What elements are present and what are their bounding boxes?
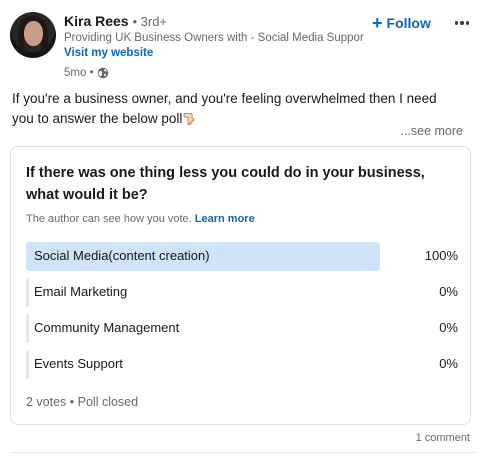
avatar[interactable]: [10, 12, 56, 58]
ellipsis-dot: [454, 21, 459, 25]
learn-more-link[interactable]: Learn more: [195, 213, 255, 225]
poll-option-label: Social Media(content creation): [34, 248, 210, 263]
poll-option: Social Media(content creation) 100%: [26, 242, 458, 271]
poll-option-bar: [26, 278, 29, 307]
visit-website-link[interactable]: Visit my website: [64, 46, 364, 61]
poll-option: Events Support 0%: [26, 350, 458, 379]
connection-degree: • 3rd+: [132, 14, 168, 29]
poll-option-label: Events Support: [34, 356, 123, 371]
poll-option: Email Marketing 0%: [26, 278, 458, 307]
post-body: If you're a business owner, and you're f…: [12, 91, 437, 126]
poll-option-percent: 100%: [424, 248, 458, 263]
poll-question: If there was one thing less you could do…: [26, 165, 425, 203]
ellipsis-dot: [465, 21, 470, 25]
poll-author-note: The author can see how you vote. Learn m…: [26, 213, 255, 225]
poll-option-percent: 0%: [439, 284, 458, 299]
post-timestamp-row: 5mo •: [64, 65, 364, 81]
poll-option-percent: 0%: [439, 356, 458, 371]
poll-card: If there was one thing less you could do…: [10, 146, 471, 425]
follow-label: Follow: [386, 15, 431, 31]
ellipsis-dot: [460, 21, 464, 25]
poll-option-bar: [26, 350, 29, 379]
poll-option-percent: 0%: [439, 320, 458, 335]
divider: [10, 452, 476, 453]
author-name-row: Kira Rees • 3rd+: [64, 12, 364, 31]
ellipsis-icon[interactable]: [450, 12, 474, 34]
poll-option: Community Management 0%: [26, 314, 458, 343]
avatar-face: [24, 21, 43, 46]
author-headline: Providing UK Business Owners with - Soci…: [64, 32, 364, 44]
post-header: Kira Rees • 3rd+ Providing UK Business O…: [10, 12, 476, 81]
post-time: 5mo •: [64, 67, 94, 79]
see-more-link[interactable]: ...see more: [400, 124, 463, 138]
comments-count-link[interactable]: 1 comment: [416, 432, 470, 444]
pointing-down-hand-icon: [184, 112, 195, 125]
poll-option-bar: [26, 314, 29, 343]
post-text: If you're a business owner, and you're f…: [12, 89, 462, 129]
poll-option-label: Community Management: [34, 320, 180, 335]
poll-author-note-text: The author can see how you vote.: [26, 213, 192, 225]
author-meta: Kira Rees • 3rd+ Providing UK Business O…: [64, 12, 364, 81]
poll-summary: 2 votes • Poll closed: [26, 395, 139, 409]
poll-option-label: Email Marketing: [34, 284, 128, 299]
author-name[interactable]: Kira Rees: [64, 13, 129, 29]
follow-button[interactable]: + Follow: [372, 12, 431, 34]
plus-icon: +: [372, 13, 383, 33]
globe-icon: [97, 67, 108, 79]
